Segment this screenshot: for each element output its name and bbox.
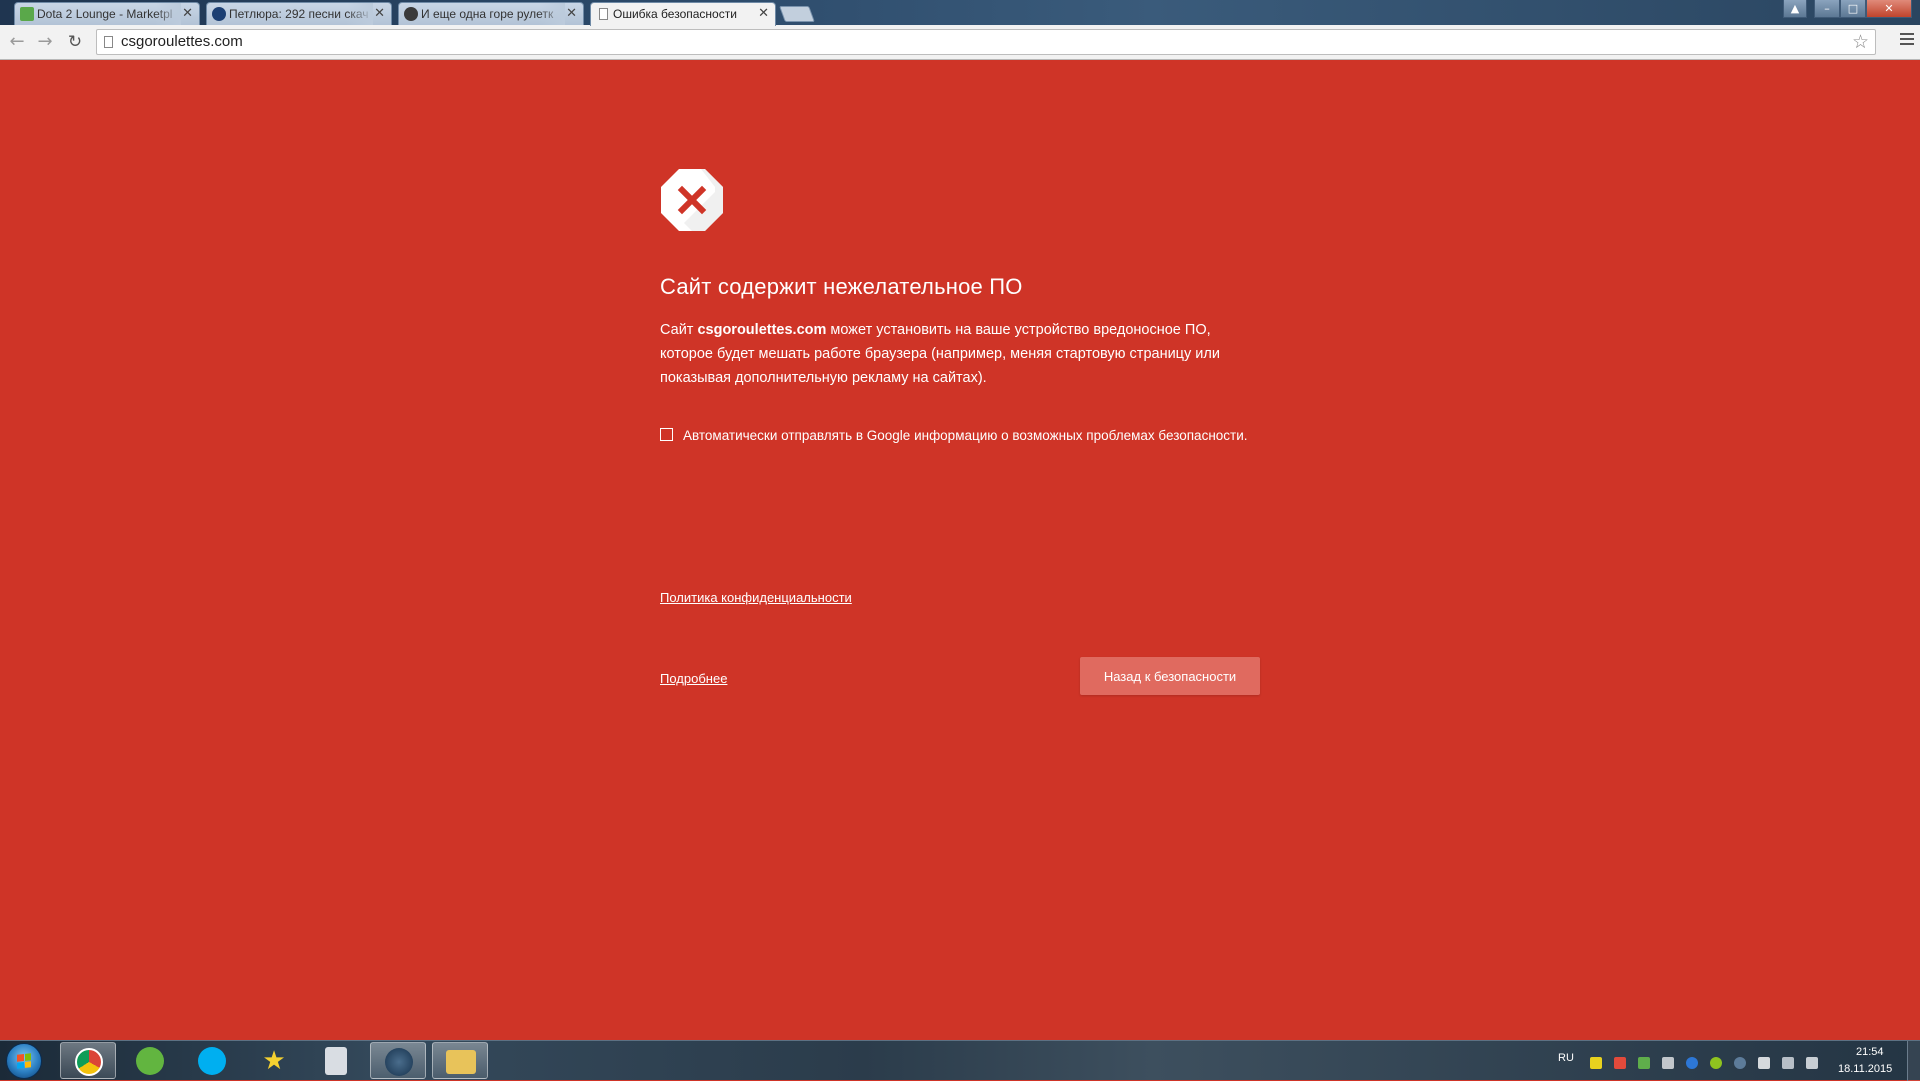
chrome-icon xyxy=(75,1048,103,1076)
taskbar: ★ RU 21:54 18.11.2015 xyxy=(0,1040,1920,1081)
bluetooth-icon[interactable] xyxy=(1686,1057,1698,1069)
utorrent-icon xyxy=(136,1047,164,1075)
show-desktop-button[interactable] xyxy=(1907,1041,1920,1081)
tray-app-icon[interactable] xyxy=(1662,1057,1674,1069)
site-domain: csgoroulettes.com xyxy=(697,322,827,338)
page-title: Сайт содержит нежелательное ПО xyxy=(660,274,1023,299)
dota-lounge-icon xyxy=(20,7,34,21)
warning-x-icon xyxy=(661,169,723,231)
tab-dota-lounge[interactable]: Dota 2 Lounge - Marketpl ✕ xyxy=(14,2,200,25)
page-icon xyxy=(599,8,608,20)
reload-icon[interactable]: ↻ xyxy=(64,31,86,53)
new-tab-button[interactable] xyxy=(779,6,815,22)
skull-icon xyxy=(404,7,418,21)
tray-app-icon[interactable] xyxy=(1590,1057,1602,1069)
back-to-safety-button[interactable]: Назад к безопасности xyxy=(1080,657,1260,695)
taskbar-item-steam[interactable] xyxy=(370,1042,426,1079)
close-tab-icon[interactable]: ✕ xyxy=(758,3,769,25)
explanation-text: Сайт csgoroulettes.com может установить … xyxy=(660,318,1260,390)
tab-fade xyxy=(347,3,373,25)
network-icon[interactable] xyxy=(1782,1057,1794,1069)
start-button[interactable] xyxy=(6,1043,42,1079)
taskbar-item-calculator[interactable] xyxy=(308,1042,364,1079)
tray-app-icon[interactable] xyxy=(1614,1057,1626,1069)
close-tab-icon[interactable]: ✕ xyxy=(566,3,577,25)
tray-app-icon[interactable] xyxy=(1710,1057,1722,1069)
privacy-policy-link[interactable]: Политика конфиденциальности xyxy=(660,590,852,605)
forward-icon[interactable]: → xyxy=(34,31,56,53)
taskbar-item-chrome[interactable] xyxy=(60,1042,116,1079)
tab-security-error[interactable]: Ошибка безопасности ✕ xyxy=(590,2,776,26)
explanation-prefix: Сайт xyxy=(660,322,698,338)
calculator-icon xyxy=(325,1047,347,1075)
tab-title: И еще одна горе рулетк xyxy=(421,7,554,21)
tab-petlyura[interactable]: Петлюра: 292 песни скач ✕ xyxy=(206,2,392,25)
url-text[interactable]: csgoroulettes.com xyxy=(121,30,243,54)
bookmark-star-icon[interactable]: ☆ xyxy=(1852,31,1869,53)
tab-roulette[interactable]: И еще одна горе рулетк ✕ xyxy=(398,2,584,25)
steam-icon xyxy=(385,1048,413,1076)
tray-app-icon[interactable] xyxy=(1638,1057,1650,1069)
skype-icon xyxy=(198,1047,226,1075)
close-tab-icon[interactable]: ✕ xyxy=(182,3,193,25)
star-icon: ★ xyxy=(262,1046,286,1076)
tab-title: Ошибка безопасности xyxy=(613,7,737,21)
security-interstitial: Сайт содержит нежелательное ПО Сайт csgo… xyxy=(0,60,1920,1040)
tab-fade xyxy=(155,3,181,25)
taskbar-item-utorrent[interactable] xyxy=(122,1042,178,1079)
back-icon[interactable]: ← xyxy=(6,31,28,53)
profile-button[interactable]: ▲ xyxy=(1783,0,1807,18)
optin-label[interactable]: Автоматически отправлять в Google информ… xyxy=(683,428,1248,444)
maximize-button[interactable]: □ xyxy=(1840,0,1866,18)
taskbar-item-star[interactable]: ★ xyxy=(246,1042,302,1079)
optin-checkbox[interactable] xyxy=(660,428,673,441)
close-window-button[interactable]: ✕ xyxy=(1866,0,1912,18)
volume-icon[interactable] xyxy=(1806,1057,1818,1069)
chrome-menu-icon[interactable] xyxy=(1900,33,1914,51)
page-info-icon[interactable] xyxy=(104,36,113,48)
taskbar-item-explorer[interactable] xyxy=(432,1042,488,1079)
action-center-flag-icon[interactable] xyxy=(1758,1057,1770,1069)
taskbar-item-skype[interactable] xyxy=(184,1042,240,1079)
tab-fade xyxy=(539,3,565,25)
explorer-folder-icon xyxy=(446,1050,476,1074)
tab-title: Dota 2 Lounge - Marketpl xyxy=(37,7,173,21)
clock-date[interactable]: 18.11.2015 xyxy=(1838,1063,1892,1075)
windows-logo-icon xyxy=(17,1053,31,1069)
clock-time[interactable]: 21:54 xyxy=(1856,1046,1884,1058)
steam-tray-icon[interactable] xyxy=(1734,1057,1746,1069)
browser-toolbar: ← → ↻ csgoroulettes.com ☆ xyxy=(0,25,1920,60)
circle-icon xyxy=(212,7,226,21)
interstitial-content: Сайт содержит нежелательное ПО Сайт csgo… xyxy=(660,168,1260,695)
details-link[interactable]: Подробнее xyxy=(660,671,727,686)
language-indicator[interactable]: RU xyxy=(1558,1052,1574,1064)
minimize-button[interactable]: – xyxy=(1814,0,1840,18)
title-bar: Dota 2 Lounge - Marketpl ✕ Петлюра: 292 … xyxy=(0,0,1920,26)
close-tab-icon[interactable]: ✕ xyxy=(374,3,385,25)
address-bar[interactable]: csgoroulettes.com ☆ xyxy=(96,29,1876,55)
